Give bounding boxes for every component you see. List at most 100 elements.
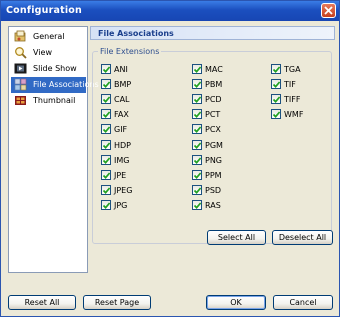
check-mark-icon xyxy=(102,172,111,179)
extension-label: JPE xyxy=(114,170,127,180)
magnifier-icon xyxy=(15,47,27,59)
panel-title: File Associations xyxy=(98,29,174,38)
check-mark-icon xyxy=(102,141,111,149)
extension-label: PCD xyxy=(205,95,222,105)
check-mark-icon xyxy=(193,187,202,194)
checkbox-box[interactable] xyxy=(101,169,111,180)
check-mark-icon xyxy=(272,81,281,89)
check-mark-icon xyxy=(193,96,202,104)
check-mark-icon xyxy=(193,202,202,209)
thumbnail-icon xyxy=(15,96,26,105)
check-mark-icon xyxy=(193,66,202,73)
extension-label: PSD xyxy=(205,185,222,195)
checkbox-box[interactable] xyxy=(101,184,111,195)
nav-item-file-associations[interactable]: File Associations xyxy=(11,77,99,93)
extension-label: WMF xyxy=(284,110,304,120)
check-mark-icon xyxy=(102,111,111,119)
checkbox-box[interactable] xyxy=(192,184,202,195)
extension-label: TIF xyxy=(284,80,296,90)
category-list: General View Slide Show File Association… xyxy=(8,26,99,273)
nav-item-label: Thumbnail xyxy=(33,96,76,105)
extension-label: IMG xyxy=(114,155,130,165)
check-mark-icon xyxy=(272,111,281,119)
panel-header: File Associations xyxy=(90,26,335,40)
nav-item-thumbnail[interactable]: Thumbnail xyxy=(11,93,86,109)
file-associations-panel: File Associations File Extensions ANI BMP… xyxy=(90,26,335,278)
extension-label: MAC xyxy=(205,65,223,74)
extension-label: RAS xyxy=(205,200,221,210)
nav-item-view[interactable]: View xyxy=(11,45,86,61)
check-mark-icon xyxy=(193,81,202,89)
extension-label: JPEG xyxy=(114,185,133,195)
extension-label: FAX xyxy=(114,110,129,120)
window-title: Configuration xyxy=(6,5,82,16)
checkbox-box[interactable] xyxy=(271,79,281,90)
close-button[interactable] xyxy=(321,3,336,18)
configuration-dialog: Configuration General View Slide Show Fi… xyxy=(0,0,340,317)
checkbox-box[interactable] xyxy=(192,139,202,150)
deselect-all-button[interactable]: Deselect All xyxy=(272,230,333,245)
check-mark-icon xyxy=(102,96,111,104)
check-mark-icon xyxy=(193,157,202,164)
checkbox-box[interactable] xyxy=(101,124,111,135)
check-mark-icon xyxy=(102,66,111,73)
nav-item-label: Slide Show xyxy=(33,64,77,73)
ok-button[interactable]: OK xyxy=(206,295,266,310)
nav-item-slide-show[interactable]: Slide Show xyxy=(11,61,86,77)
checkbox-box[interactable] xyxy=(192,79,202,90)
checkbox-box[interactable] xyxy=(101,154,111,165)
check-mark-icon xyxy=(193,126,202,134)
close-icon xyxy=(324,6,333,15)
check-mark-icon xyxy=(102,202,111,209)
check-mark-icon xyxy=(193,111,202,119)
file-associations-icon xyxy=(14,78,27,91)
nav-item-label: File Associations xyxy=(33,80,99,89)
check-mark-icon xyxy=(193,141,202,149)
checkbox-box[interactable] xyxy=(271,109,281,120)
check-mark-icon xyxy=(272,96,281,104)
checkbox-box[interactable] xyxy=(192,199,202,210)
title-bar[interactable]: Configuration xyxy=(1,1,339,21)
cancel-button[interactable]: Cancel xyxy=(273,295,333,310)
checkbox-box[interactable] xyxy=(192,94,202,105)
extension-label: TGA xyxy=(284,65,301,74)
extension-label: CAL xyxy=(114,95,130,105)
checkbox-box[interactable] xyxy=(192,124,202,135)
extension-label: PCX xyxy=(205,125,221,135)
extension-label: HDP xyxy=(114,140,131,150)
check-mark-icon xyxy=(102,187,111,194)
file-extensions-group: File Extensions ANI BMP CAL FAX GIF HDP IMG JPE… xyxy=(92,47,332,244)
extension-label: PNG xyxy=(205,155,223,165)
extension-label: PPM xyxy=(205,170,222,180)
check-mark-icon xyxy=(102,126,111,134)
check-mark-icon xyxy=(102,157,111,164)
extension-label: GIF xyxy=(114,125,128,135)
extension-label: BMP xyxy=(114,80,132,90)
check-mark-icon xyxy=(102,81,111,89)
checkbox-box[interactable] xyxy=(101,139,111,150)
reset-all-button[interactable]: Reset All xyxy=(8,295,76,310)
extension-label: PBM xyxy=(205,80,223,90)
checkbox-box[interactable] xyxy=(192,169,202,180)
extension-label: JPG xyxy=(114,200,128,210)
checkbox-box[interactable] xyxy=(192,109,202,120)
checkbox-box[interactable] xyxy=(271,94,281,105)
checkbox-box[interactable] xyxy=(101,79,111,90)
extension-label: ANI xyxy=(114,65,128,74)
reset-page-button[interactable]: Reset Page xyxy=(83,295,151,310)
checkbox-box[interactable] xyxy=(101,109,111,120)
checkbox-box[interactable] xyxy=(192,154,202,165)
select-all-button[interactable]: Select All xyxy=(207,230,266,245)
checkbox-box[interactable] xyxy=(101,64,111,74)
nav-item-label: View xyxy=(33,48,52,57)
extension-label: PCT xyxy=(205,110,221,120)
general-icon xyxy=(14,30,26,42)
nav-item-general[interactable]: General xyxy=(11,29,86,45)
extension-label: PGM xyxy=(205,140,223,150)
checkbox-box[interactable] xyxy=(101,94,111,105)
group-label: File Extensions xyxy=(98,47,162,56)
nav-item-label: General xyxy=(33,32,65,41)
checkbox-box[interactable] xyxy=(192,64,202,74)
checkbox-box[interactable] xyxy=(101,199,111,210)
checkbox-box[interactable] xyxy=(271,64,281,74)
